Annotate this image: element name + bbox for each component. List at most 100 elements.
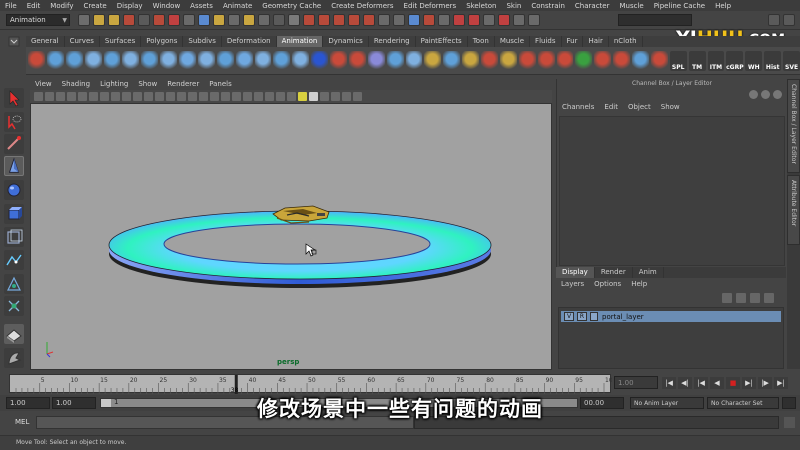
rotate-tool-icon[interactable]	[4, 180, 24, 200]
play-backwards-button[interactable]: ◀	[710, 377, 724, 389]
viewport-menu-lighting[interactable]: Lighting	[95, 79, 133, 90]
shelf-tool-30-icon[interactable]	[575, 50, 593, 71]
tab-channel-box[interactable]: Channel Box / Layer Editor	[787, 79, 800, 173]
status-tool-8-icon[interactable]	[183, 14, 195, 26]
shelf-tool-26-icon[interactable]	[499, 50, 517, 71]
shelf-tool-8-icon[interactable]	[160, 50, 177, 71]
single-perspective-layout-icon[interactable]	[4, 324, 24, 344]
shelf-button-wh[interactable]: WH	[745, 50, 763, 71]
step-back-key-button[interactable]: |◀	[694, 377, 708, 389]
select-tool-icon[interactable]	[4, 88, 24, 108]
shelf-tool-32-icon[interactable]	[613, 50, 630, 71]
scene-canvas[interactable]	[31, 104, 552, 370]
status-tool-29-icon[interactable]	[498, 14, 510, 26]
shelf-tool-13-icon[interactable]	[254, 50, 272, 71]
menu-icon[interactable]	[773, 90, 782, 99]
settings-icon[interactable]	[761, 90, 770, 99]
shelf-tool-34-icon[interactable]	[650, 50, 668, 71]
status-tool-26-icon[interactable]	[453, 14, 465, 26]
status-tool-4-icon[interactable]	[123, 14, 135, 26]
shelf-tab-muscle[interactable]: Muscle	[495, 36, 531, 47]
viewport-tool-22-icon[interactable]	[265, 92, 274, 101]
shelf-tab-general[interactable]: General	[26, 36, 65, 47]
shelf-tool-10-icon[interactable]	[197, 50, 215, 71]
viewport-tool-25-icon[interactable]	[298, 92, 307, 101]
go-to-start-button[interactable]: |◀	[662, 377, 676, 389]
shelf-tool-21-icon[interactable]	[405, 50, 423, 71]
shelf-tab-subdivs[interactable]: Subdivs	[183, 36, 222, 47]
viewport-tool-16-icon[interactable]	[199, 92, 208, 101]
move-layer-down-icon[interactable]	[764, 293, 774, 303]
viewport-tool-2-icon[interactable]	[45, 92, 54, 101]
shelf-tool-1-icon[interactable]	[28, 50, 45, 71]
shelf-tool-14-icon[interactable]	[273, 50, 291, 71]
layer-tab-render[interactable]: Render	[595, 267, 633, 278]
go-to-end-button[interactable]: ▶|	[774, 377, 788, 389]
viewport-tool-26-icon[interactable]	[309, 92, 318, 101]
shelf-tool-16-icon[interactable]	[311, 50, 328, 71]
last-tool-icon[interactable]	[4, 296, 24, 316]
menu-animate[interactable]: Animate	[218, 2, 257, 10]
viewport-tool-14-icon[interactable]	[177, 92, 186, 101]
lasso-tool-icon[interactable]	[4, 112, 24, 132]
viewport-tool-4-icon[interactable]	[67, 92, 76, 101]
menu-geometry-cache[interactable]: Geometry Cache	[257, 2, 326, 10]
menu-assets[interactable]: Assets	[185, 2, 218, 10]
menu-help[interactable]: Help	[710, 2, 736, 10]
status-tool-23-icon[interactable]	[408, 14, 420, 26]
shelf-tab-rendering[interactable]: Rendering	[369, 36, 416, 47]
viewport-tool-12-icon[interactable]	[155, 92, 164, 101]
status-tool-19-icon[interactable]	[348, 14, 360, 26]
new-layer-from-selected-icon[interactable]	[722, 293, 732, 303]
shelf-tool-9-icon[interactable]	[179, 50, 196, 71]
move-layer-up-icon[interactable]	[750, 293, 760, 303]
viewport-tool-21-icon[interactable]	[254, 92, 263, 101]
channel-box-menu-edit[interactable]: Edit	[599, 103, 623, 114]
paint-select-tool-icon[interactable]	[4, 134, 24, 154]
status-tool-16-icon[interactable]	[303, 14, 315, 26]
shelf-tool-5-icon[interactable]	[103, 50, 121, 71]
viewport-tool-17-icon[interactable]	[210, 92, 219, 101]
time-slider-ruler[interactable]: 5 10 15 20 25 30 35 40 45 50 55 60 65 70 75 80 85 90 95 100…	[10, 375, 617, 394]
step-forward-frame-button[interactable]: |▶	[758, 377, 772, 389]
show-manipulator-icon[interactable]	[4, 274, 24, 294]
time-slider[interactable]: 5 10 15 20 25 30 35 40 45 50 55 60 65 70 75 80 85 90 95 100…	[9, 374, 617, 394]
shelf-tab-polygons[interactable]: Polygons	[141, 36, 184, 47]
layer-tab-display[interactable]: Display	[556, 267, 595, 278]
viewport-tool-27-icon[interactable]	[320, 92, 329, 101]
channel-box-menu-object[interactable]: Object	[623, 103, 656, 114]
universal-manipulator-icon[interactable]	[4, 227, 24, 247]
viewport-menu-renderer[interactable]: Renderer	[162, 79, 204, 90]
viewport-tool-10-icon[interactable]	[133, 92, 142, 101]
status-tool-21-icon[interactable]	[378, 14, 390, 26]
shelf-button-tm[interactable]: TM	[688, 50, 706, 71]
menu-modify[interactable]: Modify	[45, 2, 78, 10]
layer-menu-options[interactable]: Options	[589, 280, 626, 291]
menu-character[interactable]: Character	[570, 2, 615, 10]
status-tool-14-icon[interactable]	[273, 14, 285, 26]
layer-visibility-toggle[interactable]: V	[564, 312, 574, 321]
viewport-tool-11-icon[interactable]	[144, 92, 153, 101]
current-time-field[interactable]: 1.00	[614, 376, 658, 389]
status-tool-15-icon[interactable]	[288, 14, 300, 26]
step-back-frame-button[interactable]: ◀|	[678, 377, 692, 389]
render-view-icon[interactable]	[768, 14, 780, 26]
menu-skin[interactable]: Skin	[501, 2, 526, 10]
menu-display[interactable]: Display	[112, 2, 148, 10]
status-tool-12-icon[interactable]	[243, 14, 255, 26]
status-tool-30-icon[interactable]	[513, 14, 525, 26]
viewport-tool-23-icon[interactable]	[276, 92, 285, 101]
outliner-layout-icon[interactable]	[4, 348, 24, 368]
shelf-tool-31-icon[interactable]	[594, 50, 612, 71]
viewport-tool-29-icon[interactable]	[342, 92, 351, 101]
viewport-tool-24-icon[interactable]	[287, 92, 296, 101]
shelf-tool-17-icon[interactable]	[330, 50, 347, 71]
shelf-tool-3-icon[interactable]	[65, 50, 83, 71]
channel-box-menu-channels[interactable]: Channels	[557, 103, 599, 114]
layer-tab-anim[interactable]: Anim	[633, 267, 664, 278]
shelf-tool-15-icon[interactable]	[292, 50, 310, 71]
status-tool-18-icon[interactable]	[333, 14, 345, 26]
shelf-tool-7-icon[interactable]	[141, 50, 159, 71]
shelf-tab-fluids[interactable]: Fluids	[530, 36, 562, 47]
status-tool-27-icon[interactable]	[468, 14, 480, 26]
